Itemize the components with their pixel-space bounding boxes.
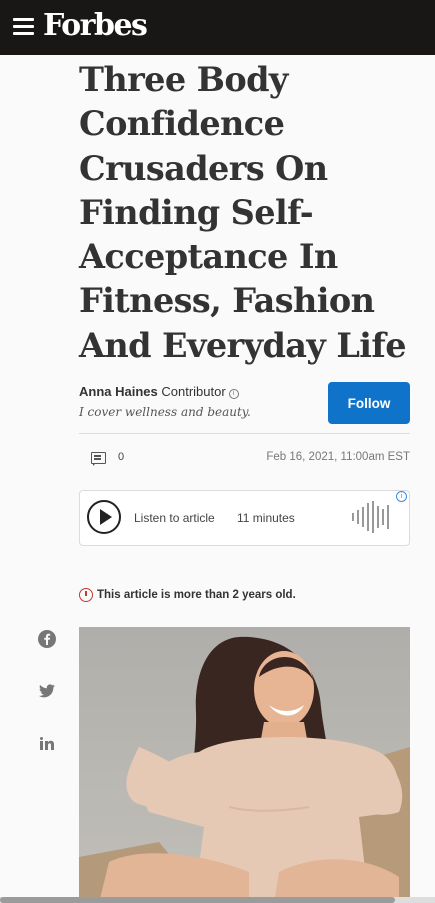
- linkedin-icon[interactable]: [36, 732, 58, 754]
- author-line: Anna Haines Contributor i: [79, 384, 239, 399]
- publish-date: Feb 16, 2021, 11:00am EST: [266, 451, 410, 463]
- sound-wave-icon: [352, 501, 394, 533]
- info-icon[interactable]: i: [228, 389, 239, 399]
- horizontal-scrollbar[interactable]: [0, 897, 435, 903]
- comment-count[interactable]: 0: [118, 451, 124, 463]
- play-icon[interactable]: [87, 500, 121, 534]
- author-role: Contributor: [161, 384, 226, 399]
- audio-player: Listen to article 11 minutes i: [79, 490, 410, 546]
- ad-info-icon[interactable]: i: [396, 491, 407, 502]
- comment-icon[interactable]: [91, 452, 106, 466]
- article-age-notice: This article is more than 2 years old.: [79, 588, 296, 602]
- hero-image: [79, 627, 410, 903]
- hamburger-menu-icon[interactable]: [13, 18, 34, 36]
- author-name[interactable]: Anna Haines: [79, 384, 158, 399]
- article-title: Three Body Confidence Crusaders On Findi…: [79, 60, 407, 365]
- author-bio: I cover wellness and beauty.: [79, 405, 251, 419]
- twitter-icon[interactable]: [36, 680, 58, 702]
- listen-label[interactable]: Listen to article: [134, 511, 215, 525]
- forbes-logo[interactable]: Forbes: [43, 6, 148, 46]
- article-age-text: This article is more than 2 years old.: [97, 589, 296, 601]
- divider: [79, 433, 410, 434]
- scrollbar-thumb[interactable]: [0, 897, 395, 903]
- audio-duration: 11 minutes: [237, 511, 295, 525]
- clock-icon: [79, 588, 93, 602]
- follow-button[interactable]: Follow: [328, 382, 410, 424]
- site-header: Forbes: [0, 0, 435, 55]
- facebook-icon[interactable]: [36, 628, 58, 650]
